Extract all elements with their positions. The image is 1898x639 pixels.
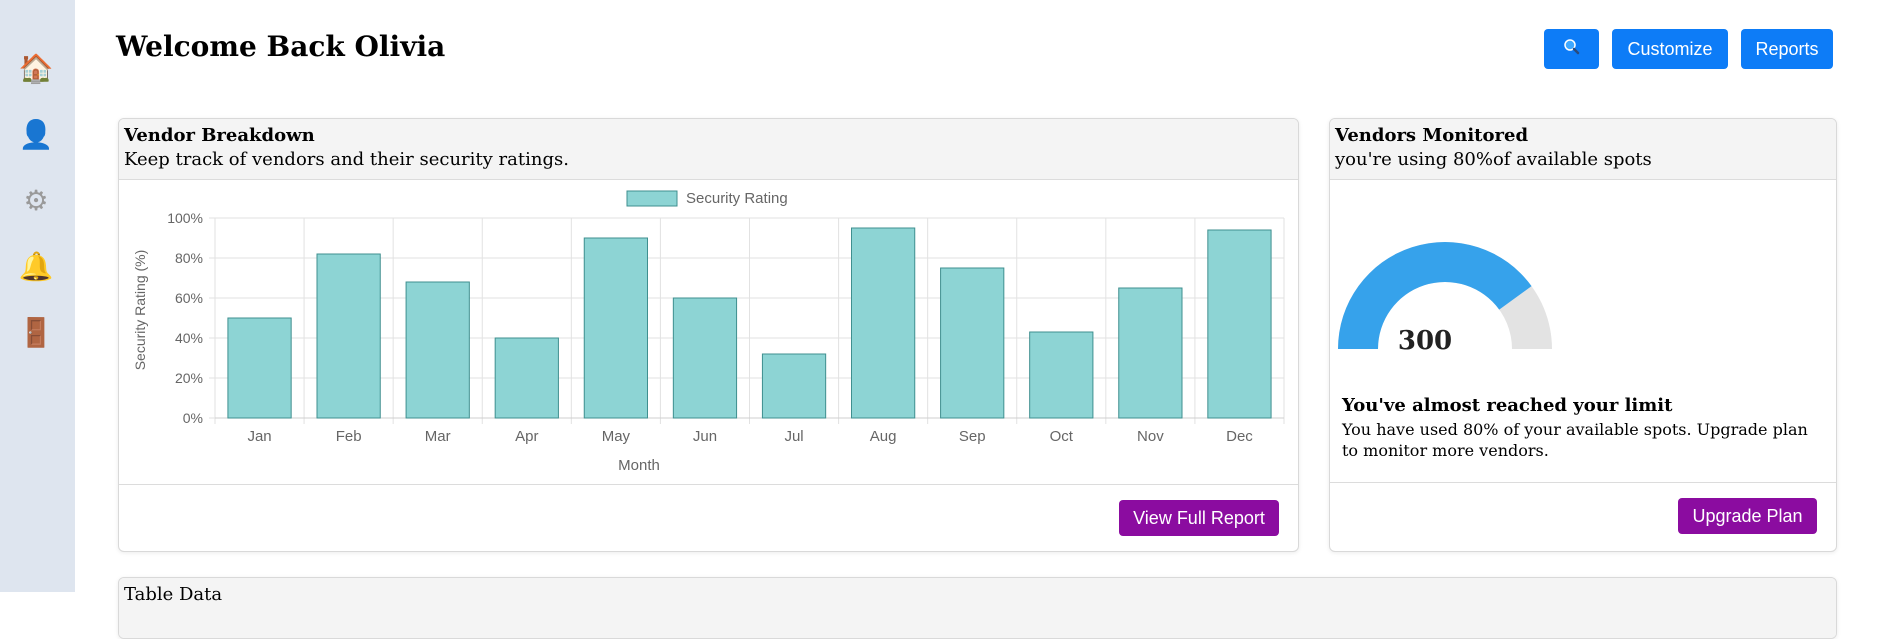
- card-header: Table Data: [119, 578, 1836, 638]
- y-axis-label: Security Rating (%): [132, 250, 148, 371]
- card-footer: Upgrade Plan: [1330, 482, 1836, 551]
- card-footer: View Full Report: [119, 484, 1298, 551]
- vendor-breakdown-card: Vendor Breakdown Keep track of vendors a…: [118, 118, 1299, 552]
- y-tick-label: 100%: [167, 210, 203, 226]
- bar-nov: [1118, 287, 1183, 419]
- card-header: Vendor Breakdown Keep track of vendors a…: [119, 119, 1298, 180]
- view-full-report-button[interactable]: View Full Report: [1119, 500, 1279, 536]
- x-tick-label: Sep: [959, 428, 986, 445]
- x-tick-label: Apr: [515, 428, 538, 445]
- y-tick-label: 60%: [175, 290, 203, 306]
- gear-icon[interactable]: ⚙: [18, 182, 54, 218]
- usage-gauge: 300: [1338, 242, 1552, 354]
- table-data-card: Table Data: [118, 577, 1837, 639]
- x-tick-label: Dec: [1226, 428, 1253, 445]
- x-tick-label: Jul: [784, 428, 803, 445]
- gauge-value: 300: [1398, 326, 1452, 354]
- card-subtitle: Keep track of vendors and their security…: [124, 149, 569, 170]
- x-tick-label: Jun: [693, 428, 717, 445]
- bar-feb: [316, 253, 381, 419]
- bar-jan: [227, 317, 292, 419]
- x-tick-label: Aug: [870, 428, 897, 445]
- card-title: Table Data: [124, 584, 223, 605]
- home-icon[interactable]: 🏠: [18, 50, 54, 86]
- search-button[interactable]: [1544, 29, 1599, 69]
- x-tick-label: Oct: [1050, 428, 1074, 445]
- search-icon: [1563, 38, 1579, 54]
- limit-text: You have used 80% of your available spot…: [1342, 420, 1808, 460]
- bar-mar: [405, 281, 470, 419]
- limit-title: You've almost reached your limit: [1342, 395, 1673, 416]
- bar-jul: [761, 353, 827, 419]
- bar-dec: [1207, 229, 1272, 419]
- y-tick-label: 40%: [175, 330, 203, 346]
- y-tick-label: 0%: [183, 410, 203, 426]
- y-tick-label: 80%: [175, 250, 203, 266]
- bar-jun: [672, 297, 738, 419]
- legend-label: Security Rating: [686, 190, 788, 207]
- card-header: Vendors Monitored you're using 80%of ava…: [1330, 119, 1836, 180]
- security-rating-bar-chart: 0% 20% 40% 60% 80% 100% Jan Feb Mar Apr May Jun Jul A…: [132, 190, 1285, 474]
- page-title: Welcome Back Olivia: [116, 30, 446, 63]
- customize-button[interactable]: Customize: [1612, 29, 1728, 69]
- bar-apr: [494, 337, 559, 419]
- vendors-monitored-card: Vendors Monitored you're using 80%of ava…: [1329, 118, 1837, 552]
- legend-swatch: [626, 190, 678, 207]
- sidebar: 🏠 👤 ⚙ 🔔 🚪: [0, 0, 75, 592]
- x-tick-label: Mar: [425, 428, 451, 445]
- x-tick-label: Nov: [1137, 428, 1164, 445]
- x-axis-label: Month: [618, 457, 660, 474]
- bell-icon[interactable]: 🔔: [18, 248, 54, 284]
- door-icon[interactable]: 🚪: [18, 314, 54, 350]
- reports-button[interactable]: Reports: [1741, 29, 1833, 69]
- x-tick-label: Jan: [247, 428, 271, 445]
- bar-oct: [1029, 331, 1094, 419]
- bar-aug: [851, 227, 916, 419]
- x-tick-label: Feb: [336, 428, 362, 445]
- card-title: Vendor Breakdown: [124, 125, 315, 146]
- upgrade-plan-button[interactable]: Upgrade Plan: [1678, 498, 1817, 534]
- card-title: Vendors Monitored: [1335, 125, 1529, 146]
- bar-may: [583, 237, 648, 419]
- card-subtitle: you're using 80%of available spots: [1335, 149, 1652, 170]
- user-icon[interactable]: 👤: [18, 116, 54, 152]
- bar-sep: [940, 267, 1005, 419]
- y-tick-label: 20%: [175, 370, 203, 386]
- x-tick-label: May: [602, 428, 631, 445]
